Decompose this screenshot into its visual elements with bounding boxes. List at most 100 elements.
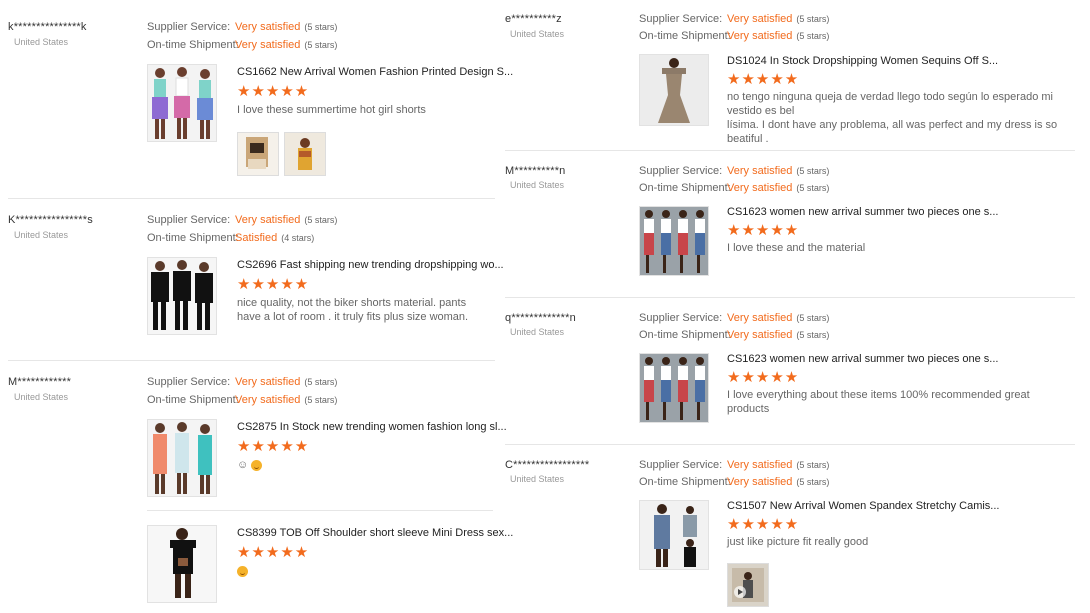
supplier-service-label: Supplier Service: xyxy=(639,459,723,471)
supplier-service-label: Supplier Service: xyxy=(639,312,723,324)
shipment-rating: On-time Shipment:Very satisfied (5 stars) xyxy=(639,182,829,194)
review-comment: I love these and the material xyxy=(727,242,866,254)
product-title[interactable]: CS1623 women new arrival summer two piec… xyxy=(727,353,998,365)
reviewer-name: e**********z xyxy=(505,13,562,25)
supplier-service-stars: (5 stars) xyxy=(796,14,830,24)
supplier-service-stars: (5 stars) xyxy=(796,460,830,470)
shipment-value: Very satisfied xyxy=(727,329,793,341)
product-title[interactable]: CS2696 Fast shipping new trending dropsh… xyxy=(237,259,504,271)
supplier-service-value: Very satisfied xyxy=(235,376,301,388)
product-thumbnail[interactable] xyxy=(639,500,709,570)
shipment-stars: (4 stars) xyxy=(281,233,315,243)
review-photo[interactable] xyxy=(237,132,279,176)
supplier-service-value: Very satisfied xyxy=(235,214,301,226)
product-item: CS2875 In Stock new trending women fashi… xyxy=(147,419,507,499)
product-thumbnail[interactable] xyxy=(147,419,217,497)
supplier-service-label: Supplier Service: xyxy=(639,13,723,25)
product-star-rating: ★★★★★ xyxy=(237,276,310,293)
supplier-service-value: Very satisfied xyxy=(235,21,301,33)
reviewer-country: United States xyxy=(14,37,69,47)
shipment-rating: On-time Shipment:Very satisfied (5 stars) xyxy=(639,476,829,488)
product-item: CS1507 New Arrival Women Spandex Stretch… xyxy=(639,500,1069,572)
product-thumbnail[interactable] xyxy=(639,353,709,423)
review-comment: no tengo ninguna queja de verdad llego t… xyxy=(727,91,1058,145)
shipment-label: On-time Shipment: xyxy=(639,182,731,194)
supplier-service-rating: Supplier Service: Very satisfied (5 stars) xyxy=(639,459,829,471)
product-title[interactable]: CS8399 TOB Off Shoulder short sleeve Min… xyxy=(237,527,513,539)
supplier-service-stars: (5 stars) xyxy=(304,377,338,387)
supplier-service-rating: Supplier Service: Very satisfied (5 stars) xyxy=(147,21,337,33)
product-star-rating: ★★★★★ xyxy=(727,516,800,533)
product-thumbnail[interactable] xyxy=(147,64,217,142)
reviewer-name: M**********n xyxy=(505,165,566,177)
reviewer-country: United States xyxy=(510,29,565,39)
product-title[interactable]: CS1623 women new arrival summer two piec… xyxy=(727,206,998,218)
shipment-label: On-time Shipment: xyxy=(147,39,239,51)
shipment-rating: On-time Shipment:Very satisfied (5 stars) xyxy=(639,329,829,341)
reviewer-name: K****************s xyxy=(8,214,93,226)
product-title[interactable]: DS1024 In Stock Dropshipping Women Sequi… xyxy=(727,55,998,67)
product-star-rating: ★★★★★ xyxy=(727,369,800,386)
product-item: CS8399 TOB Off Shoulder short sleeve Min… xyxy=(147,525,513,605)
product-star-rating: ★★★★★ xyxy=(727,222,800,239)
shipment-rating: On-time Shipment:Very satisfied (5 stars) xyxy=(147,394,337,406)
review-comment xyxy=(237,564,248,578)
product-thumbnail[interactable] xyxy=(639,54,709,126)
supplier-service-label: Supplier Service: xyxy=(639,165,723,177)
supplier-service-stars: (5 stars) xyxy=(304,22,338,32)
review-card: M************ United States Supplier Ser… xyxy=(0,361,513,613)
shipment-value: Very satisfied xyxy=(727,476,793,488)
shipment-rating: On-time Shipment:Very satisfied (5 stars) xyxy=(147,39,337,51)
shipment-value: Very satisfied xyxy=(235,394,301,406)
smiley-emoji-icon xyxy=(237,565,248,577)
shipment-stars: (5 stars) xyxy=(796,183,830,193)
product-item: CS1623 women new arrival summer two piec… xyxy=(639,206,1069,278)
product-star-rating: ★★★★★ xyxy=(727,71,800,88)
supplier-service-stars: (5 stars) xyxy=(796,166,830,176)
supplier-service-label: Supplier Service: xyxy=(147,21,231,33)
product-title[interactable]: CS1662 New Arrival Women Fashion Printed… xyxy=(237,66,513,78)
product-thumbnail[interactable] xyxy=(639,206,709,276)
shipment-stars: (5 stars) xyxy=(796,477,830,487)
shipment-stars: (5 stars) xyxy=(304,40,338,50)
supplier-service-label: Supplier Service: xyxy=(147,214,231,226)
review-card: q*************n United States Supplier S… xyxy=(505,298,1075,444)
supplier-service-value: Very satisfied xyxy=(727,13,793,25)
shipment-label: On-time Shipment: xyxy=(147,394,239,406)
shipment-label: On-time Shipment: xyxy=(147,232,239,244)
review-comment-text: ☺ xyxy=(237,459,249,471)
product-item: CS2696 Fast shipping new trending dropsh… xyxy=(147,257,504,337)
shipment-label: On-time Shipment: xyxy=(639,329,731,341)
shipment-rating: On-time Shipment:Satisfied (4 stars) xyxy=(147,232,314,244)
reviewer-name: C***************** xyxy=(505,459,590,471)
review-card: e**********z United States Supplier Serv… xyxy=(505,0,1075,150)
reviewer-country: United States xyxy=(510,180,565,190)
supplier-service-rating: Supplier Service: Very satisfied (5 stars) xyxy=(639,165,829,177)
reviewer-name: k***************k xyxy=(8,21,87,33)
review-card: C***************** United States Supplie… xyxy=(505,445,1075,613)
product-star-rating: ★★★★★ xyxy=(237,83,310,100)
reviewer-country: United States xyxy=(14,392,69,402)
product-title[interactable]: CS1507 New Arrival Women Spandex Stretch… xyxy=(727,500,999,512)
shipment-stars: (5 stars) xyxy=(796,31,830,41)
product-title[interactable]: CS2875 In Stock new trending women fashi… xyxy=(237,421,507,433)
review-photo[interactable] xyxy=(284,132,326,176)
supplier-service-value: Very satisfied xyxy=(727,312,793,324)
reviewer-name: q*************n xyxy=(505,312,576,324)
review-comment: nice quality, not the biker shorts mater… xyxy=(237,297,469,323)
supplier-service-stars: (5 stars) xyxy=(796,313,830,323)
reviewer-name: M************ xyxy=(8,376,72,388)
supplier-service-rating: Supplier Service: Very satisfied (5 stars) xyxy=(147,214,337,226)
supplier-service-label: Supplier Service: xyxy=(147,376,231,388)
shipment-stars: (5 stars) xyxy=(796,330,830,340)
shipment-label: On-time Shipment: xyxy=(639,476,731,488)
product-thumbnail[interactable] xyxy=(147,257,217,335)
product-divider xyxy=(147,510,493,511)
supplier-service-rating: Supplier Service: Very satisfied (5 stars) xyxy=(639,13,829,25)
review-comment: just like picture fit really good xyxy=(727,536,869,548)
shipment-value: Very satisfied xyxy=(727,182,793,194)
product-item: DS1024 In Stock Dropshipping Women Sequi… xyxy=(639,54,1069,145)
reviewer-country: United States xyxy=(14,230,69,240)
product-thumbnail[interactable] xyxy=(147,525,217,603)
review-video-thumbnail[interactable] xyxy=(727,563,769,607)
